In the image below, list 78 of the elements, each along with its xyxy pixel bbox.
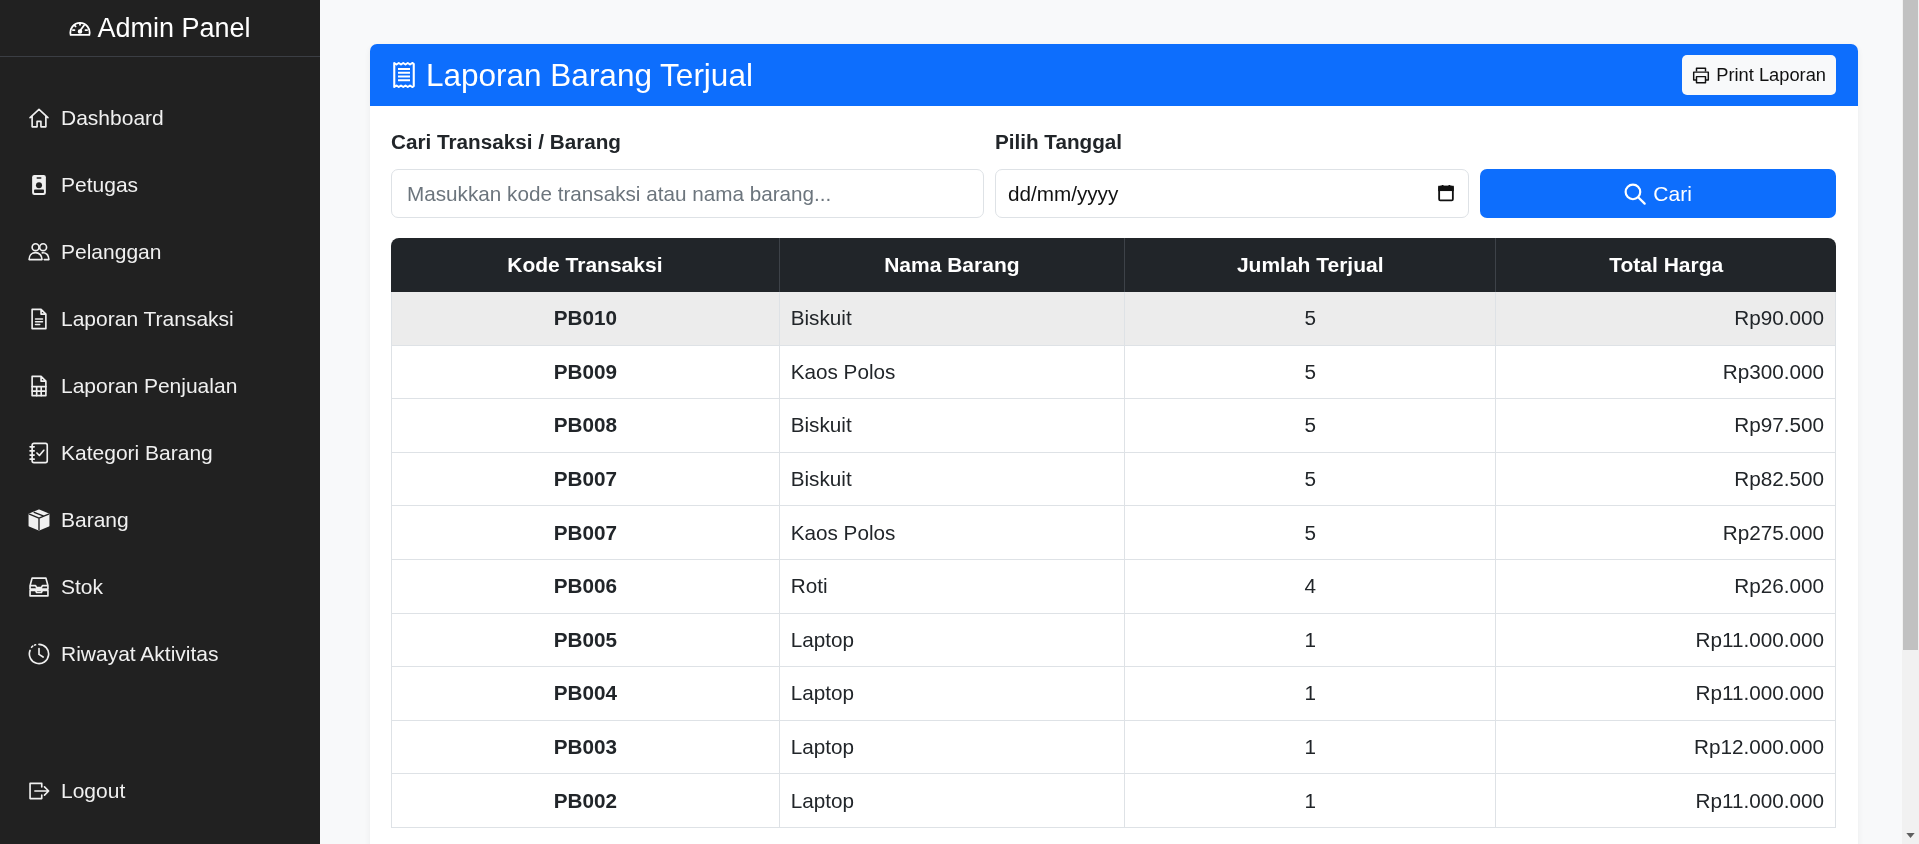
table-cell: Rp11.000.000 [1496,774,1836,828]
table-cell: 5 [1125,292,1497,346]
table-cell: 1 [1125,774,1497,828]
table-cell: Biskuit [779,452,1126,507]
nav-link[interactable]: Barang [0,486,320,553]
scrollbar-thumb[interactable] [1903,0,1918,650]
table-cell: PB006 [391,559,780,614]
table-cell: 5 [1125,399,1497,453]
search-button[interactable]: Cari [1480,169,1836,218]
table-cell: PB010 [391,292,780,346]
table-cell: Rp82.500 [1496,452,1836,507]
table-cell: Rp11.000.000 [1496,667,1836,721]
table-cell: Laptop [779,774,1126,828]
clock-icon [28,642,50,665]
table-cell: Laptop [779,613,1126,668]
logout-link[interactable]: Logout [0,757,320,824]
gauge-icon [69,19,92,37]
column-header: Nama Barang [779,238,1126,292]
table-cell: 4 [1125,559,1497,614]
scrollbar[interactable] [1902,0,1919,844]
table-cell: 5 [1125,452,1497,507]
people-icon [28,240,50,263]
search-icon [1624,182,1647,205]
nav-link[interactable]: Kategori Barang [0,419,320,486]
table-cell: Rp275.000 [1496,506,1836,560]
document-icon [28,307,50,330]
table-cell: Biskuit [779,399,1126,453]
table-cell: PB003 [391,720,780,775]
table-cell: 5 [1125,345,1497,400]
box-icon [28,508,50,531]
table-cell: PB009 [391,345,780,400]
table-cell: PB008 [391,399,780,453]
checklist-icon [28,441,50,464]
receipt-icon [392,61,416,89]
nav-link[interactable]: Pelanggan [0,218,320,285]
sidebar-title: Admin Panel [97,12,251,44]
nav-link[interactable]: Petugas [0,151,320,218]
table-cell: Kaos Polos [779,345,1126,400]
table-cell: Roti [779,559,1126,614]
column-header: Jumlah Terjual [1125,238,1497,292]
table-cell: Rp12.000.000 [1496,720,1836,775]
table-cell: 5 [1125,506,1497,560]
table-cell: Laptop [779,667,1126,721]
search-label: Cari Transaksi / Barang [391,130,622,154]
nav-link[interactable]: Laporan Transaksi [0,285,320,352]
trays-icon [28,575,50,598]
print-button[interactable]: Print Laporan [1682,55,1836,95]
spreadsheet-icon [28,374,50,397]
table-cell: Kaos Polos [779,506,1126,560]
table-cell: 1 [1125,667,1497,721]
calendar-icon[interactable] [1438,184,1455,202]
table-cell: PB004 [391,667,780,721]
search-field[interactable]: Masukkan kode transaksi atau nama barang... [391,169,984,218]
table-cell: PB005 [391,613,780,668]
table-cell: Laptop [779,720,1126,775]
table-cell: Rp26.000 [1496,559,1836,614]
table-cell: Biskuit [779,292,1126,346]
table-cell: Rp11.000.000 [1496,613,1836,668]
table-cell: Rp90.000 [1496,292,1836,346]
house-icon [28,106,50,129]
table-cell: Rp97.500 [1496,399,1836,453]
date-field[interactable]: dd/mm/yyyy [994,169,1470,218]
table-cell: 1 [1125,720,1497,775]
column-header: Kode Transaksi [391,238,780,292]
nav-link[interactable]: Stok [0,553,320,620]
table-cell: Rp300.000 [1496,345,1836,400]
column-header: Total Harga [1496,238,1836,292]
nav-link[interactable]: Dashboard [0,84,320,151]
printer-icon [1692,66,1711,84]
table-cell: PB007 [391,506,780,560]
table-cell: PB002 [391,774,780,828]
date-label: Pilih Tanggal [994,130,1124,154]
nav-link[interactable]: Laporan Penjualan [0,352,320,419]
card-title: Laporan Barang Terjual [426,56,753,94]
nav-link[interactable]: Riwayat Aktivitas [0,620,320,687]
table-cell: 1 [1125,613,1497,668]
table-cell: PB007 [391,452,780,507]
arrow-down-icon[interactable] [1906,833,1915,838]
